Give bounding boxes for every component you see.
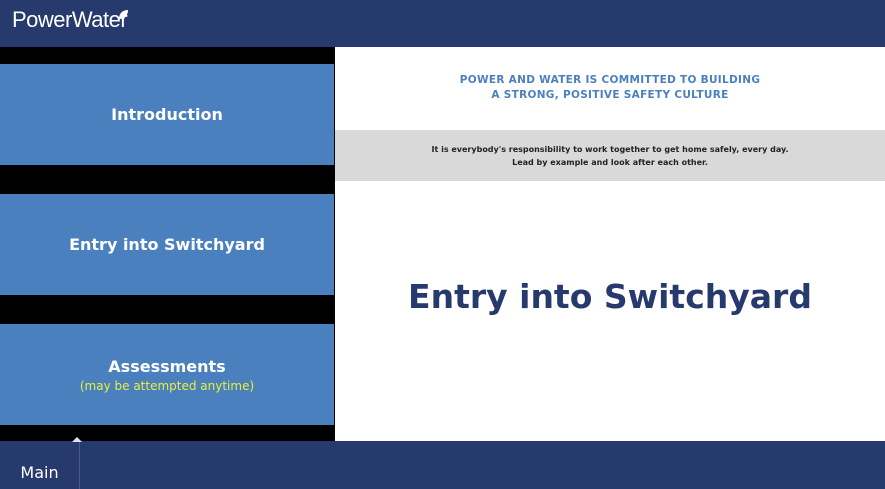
nav-entry-switchyard-label: Entry into Switchyard [69, 235, 265, 254]
nav-introduction-label: Introduction [111, 105, 223, 124]
nav-introduction-button[interactable]: Introduction [0, 64, 334, 165]
commitment-line-2: A STRONG, POSITIVE SAFETY CULTURE [491, 89, 729, 101]
sidebar: Introduction Entry into Switchyard Asses… [0, 47, 334, 441]
nav-assessments-button[interactable]: Assessments (may be attempted anytime) [0, 324, 334, 425]
safety-line-2: Lead by example and look after each othe… [512, 157, 708, 167]
powerwater-logo: PowerWater [12, 7, 128, 33]
leaf-icon [119, 10, 128, 19]
tab-main-label: Main [20, 462, 59, 482]
nav-assessments-label: Assessments [108, 356, 226, 376]
footer-bar: Main [0, 437, 885, 489]
nav-assessments-subtext: (may be attempted anytime) [79, 378, 255, 393]
safety-line-1: It is everybody's responsibility to work… [431, 144, 789, 154]
commitment-line-1: POWER AND WATER IS COMMITTED TO BUILDING [459, 74, 761, 86]
nav-entry-switchyard-button[interactable]: Entry into Switchyard [0, 194, 334, 295]
logo-text: PowerWater [12, 7, 128, 32]
page-title: Entry into Switchyard [408, 277, 812, 316]
tab-main[interactable]: Main [0, 441, 80, 489]
safety-message-band: It is everybody's responsibility to work… [335, 130, 885, 181]
safety-commitment-banner: POWER AND WATER IS COMMITTED TO BUILDING… [335, 73, 885, 103]
tab-indicator [72, 437, 82, 442]
app-header: PowerWater [0, 0, 885, 47]
content-panel: POWER AND WATER IS COMMITTED TO BUILDING… [335, 47, 885, 441]
